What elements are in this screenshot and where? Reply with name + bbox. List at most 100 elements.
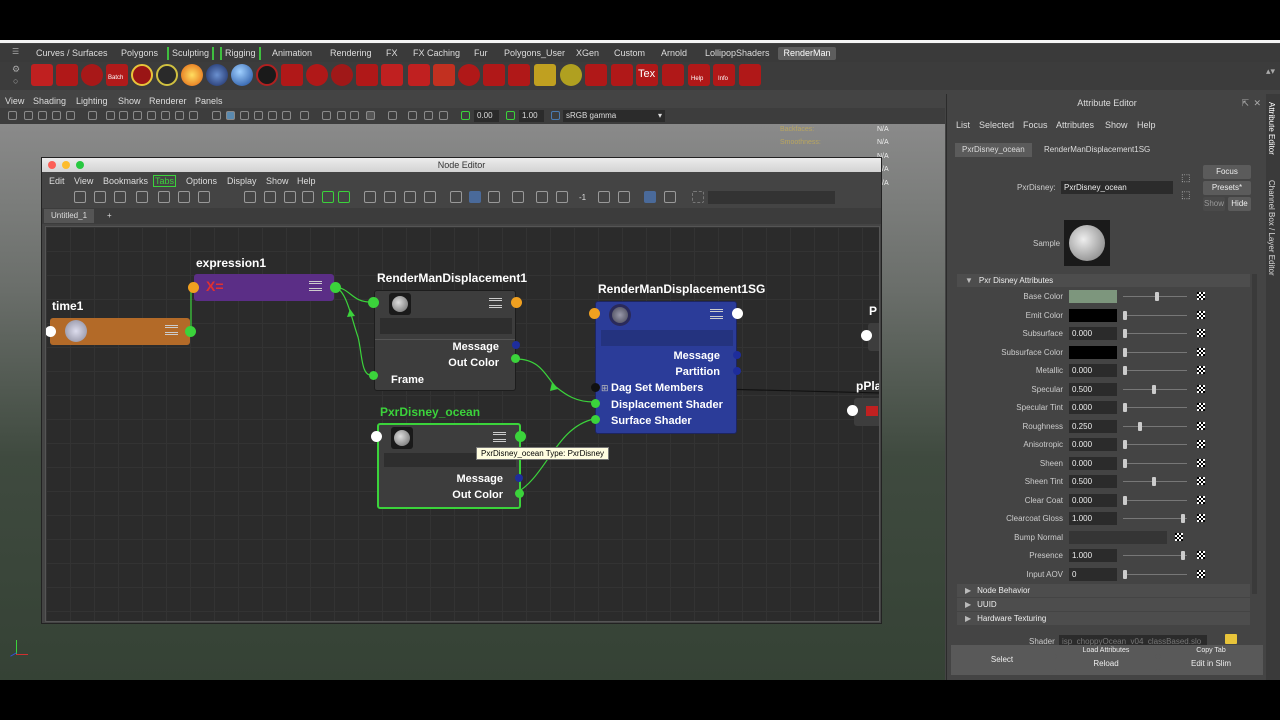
hide-button[interactable]: Hide — [1228, 197, 1251, 211]
ne-menu-bookmarks[interactable]: Bookmarks — [103, 176, 148, 186]
value-field[interactable]: 0.000 — [1069, 327, 1117, 340]
shadows-icon[interactable] — [282, 111, 291, 120]
side-tab-attribute-editor[interactable]: Attribute Editor — [1267, 102, 1276, 155]
slider-handle[interactable] — [1181, 551, 1185, 560]
value-field[interactable]: 0.500 — [1069, 475, 1117, 488]
grease-pencil-icon[interactable] — [88, 111, 97, 120]
remove-selected-icon[interactable] — [178, 191, 190, 203]
simple-mode-icon[interactable] — [244, 191, 256, 203]
map-button-icon[interactable] — [1197, 514, 1205, 522]
float-icon[interactable]: ⇱ — [1241, 98, 1249, 109]
custom-mode-icon[interactable] — [302, 191, 314, 203]
message-port[interactable] — [512, 341, 520, 349]
field-chart-icon[interactable] — [161, 111, 170, 120]
attr-slider[interactable] — [1123, 555, 1187, 556]
show-button[interactable]: Show — [1203, 197, 1225, 211]
map-button-icon[interactable] — [1175, 533, 1183, 541]
node-title-time1[interactable]: time1 — [52, 299, 83, 313]
tools-icon[interactable] — [739, 64, 761, 86]
2d-pan-icon[interactable] — [66, 111, 75, 120]
node-menu-icon[interactable] — [165, 325, 178, 335]
pxr-input-port[interactable] — [371, 431, 382, 442]
clear-graph-icon[interactable] — [136, 191, 148, 203]
map-button-icon[interactable] — [1197, 348, 1205, 356]
node-time1[interactable] — [50, 318, 190, 345]
value-field[interactable]: 0.000 — [1069, 401, 1117, 414]
menu-lighting[interactable]: Lighting — [76, 96, 108, 106]
ne-menu-help[interactable]: Help — [297, 176, 316, 186]
leaf-icon[interactable] — [560, 64, 582, 86]
section-uuid[interactable]: ▶ UUID — [957, 598, 1250, 611]
sphere-icon[interactable] — [231, 64, 253, 86]
align-icon[interactable] — [488, 191, 500, 203]
graph-input-output-icon[interactable] — [74, 191, 86, 203]
select-button[interactable]: Select — [951, 646, 1053, 674]
map-button-icon[interactable] — [1197, 292, 1205, 300]
ao-icon[interactable] — [300, 111, 309, 120]
slider-handle[interactable] — [1123, 329, 1127, 338]
ae-tab-sg[interactable]: RenderManDisplacement1SG — [1037, 143, 1157, 157]
ae-scrollbar[interactable] — [1252, 274, 1257, 594]
globe-icon[interactable] — [206, 64, 228, 86]
attribute-view-icon[interactable] — [644, 191, 656, 203]
tab-untitled-1[interactable]: Untitled_1 — [44, 209, 95, 223]
attr-dag-set-members[interactable]: Dag Set Members — [611, 382, 703, 394]
folder-icon[interactable] — [1225, 634, 1237, 644]
node-title-partial[interactable]: P — [869, 304, 877, 318]
color-swatch[interactable] — [1069, 346, 1117, 359]
add-selected-icon[interactable] — [158, 191, 170, 203]
time1-input-port[interactable] — [46, 326, 56, 337]
spacing-icon[interactable] — [556, 191, 568, 203]
isolate-icon[interactable] — [366, 111, 375, 120]
filter-icon[interactable] — [338, 191, 350, 203]
slider-handle[interactable] — [1123, 311, 1127, 320]
slider-handle[interactable] — [1123, 366, 1127, 375]
spot-light-icon[interactable] — [281, 64, 303, 86]
section-hardware-texturing[interactable]: ▶ Hardware Texturing — [957, 612, 1250, 625]
antialias-icon[interactable] — [337, 111, 346, 120]
attr-message[interactable]: Message — [674, 350, 720, 362]
input-connections-icon[interactable]: ⬚ — [1181, 173, 1190, 184]
gate-mask-icon[interactable] — [147, 111, 156, 120]
distribute-icon[interactable] — [536, 191, 548, 203]
backface-icon[interactable] — [439, 111, 448, 120]
xray-icon[interactable] — [388, 111, 397, 120]
displacement-input-port[interactable] — [368, 297, 379, 308]
value-field[interactable]: 0.250 — [1069, 420, 1117, 433]
value-field[interactable]: 0.000 — [1069, 494, 1117, 507]
node-pxrdisney-ocean[interactable]: Message Out Color — [377, 423, 521, 509]
shelf-tab-polygons[interactable]: Polygons — [118, 47, 161, 60]
ne-menu-display[interactable]: Display — [227, 176, 257, 186]
info-icon[interactable]: Info — [713, 64, 735, 86]
xray-components-icon[interactable] — [424, 111, 433, 120]
copy-tab-button[interactable]: Copy Tab — [1159, 646, 1263, 656]
node-menu-icon[interactable] — [710, 309, 723, 319]
attr-out-color[interactable]: Out Color — [448, 357, 499, 369]
pin-all-icon[interactable] — [384, 191, 396, 203]
node-editor-titlebar[interactable]: Node Editor — [42, 158, 881, 172]
circle-shader-icon[interactable] — [331, 64, 353, 86]
light-icon[interactable] — [181, 64, 203, 86]
expand-plus-icon[interactable]: ⊞ — [601, 383, 609, 394]
node-title-pxrdisney[interactable]: PxrDisney_ocean — [380, 405, 480, 419]
node-title-displacement[interactable]: RenderManDisplacement1 — [377, 271, 527, 285]
shelf-tab-animation[interactable]: Animation — [269, 47, 315, 60]
menu-show[interactable]: Show — [118, 96, 141, 106]
eye-icon[interactable] — [156, 64, 178, 86]
film-gate-icon[interactable] — [119, 111, 128, 120]
out-color-port[interactable] — [511, 354, 520, 363]
table-icon[interactable] — [611, 64, 633, 86]
connected-mode-icon[interactable] — [264, 191, 276, 203]
slider-handle[interactable] — [1138, 422, 1142, 431]
snap-icon[interactable] — [450, 191, 462, 203]
attr-slider[interactable] — [1123, 370, 1187, 371]
slider-handle[interactable] — [1123, 440, 1127, 449]
attr-slider[interactable] — [1123, 500, 1187, 501]
shelf-tab-sculpting[interactable]: Sculpting — [167, 47, 215, 60]
select-camera-icon[interactable] — [8, 111, 17, 120]
color-swatch[interactable] — [1069, 309, 1117, 322]
node-rendermandisplacement1sg[interactable]: Message Partition ⊞ Dag Set Members Disp… — [595, 301, 737, 434]
menu-view[interactable]: View — [5, 96, 24, 106]
map-button-icon[interactable] — [1197, 477, 1205, 485]
slider-handle[interactable] — [1152, 477, 1156, 486]
